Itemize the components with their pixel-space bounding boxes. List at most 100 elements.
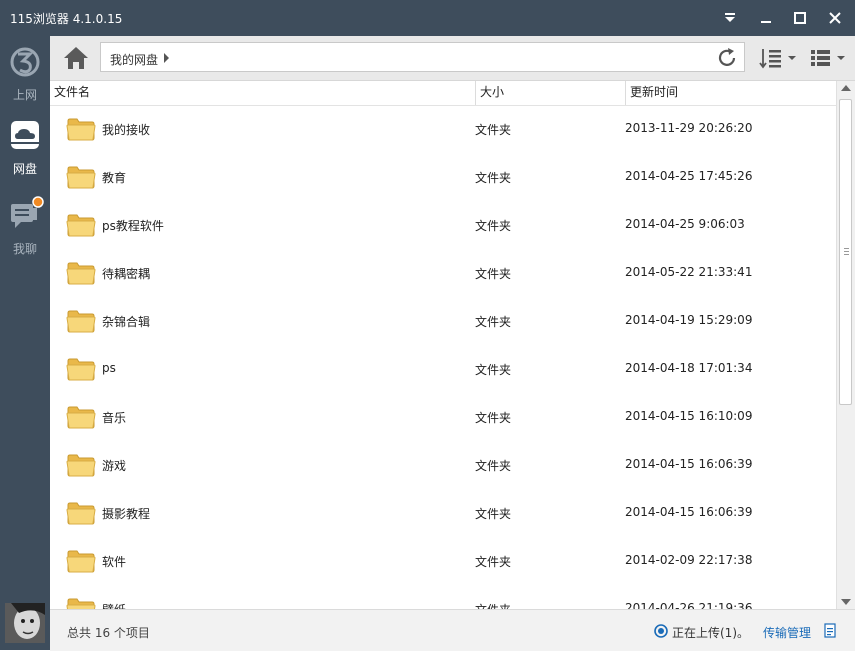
list-view-icon [811, 50, 845, 66]
refresh-button[interactable] [716, 47, 738, 69]
file-name[interactable]: 软件 [102, 553, 126, 570]
view-mode-button[interactable] [808, 46, 848, 70]
sidebar-item-browse[interactable]: 上网 [0, 42, 50, 112]
folder-icon [66, 502, 96, 525]
file-size: 文件夹 [475, 555, 512, 569]
minimize-icon [761, 21, 771, 23]
file-name[interactable]: 杂锦合辑 [102, 313, 150, 330]
status-bar: 总共 16 个项目 正在上传(1)。 传输管理 [50, 609, 855, 651]
sidebar: 上网 网盘 我聊 [0, 36, 50, 650]
file-list: 我的接收 文件夹 2013-11-29 20:26:20 教育 文件夹 2014-04-2… [50, 106, 836, 609]
file-size: 文件夹 [475, 507, 512, 521]
file-name[interactable]: 我的接收 [102, 121, 150, 138]
breadcrumb[interactable]: 我的网盘 [110, 51, 158, 68]
file-size: 文件夹 [475, 411, 512, 425]
upload-progress-icon [654, 624, 668, 638]
file-name[interactable]: ps [102, 361, 116, 375]
file-modified-time: 2014-04-15 16:06:39 [625, 505, 753, 519]
scrollbar-grip [844, 254, 849, 255]
scrollbar-grip [844, 251, 849, 252]
folder-icon [66, 166, 96, 189]
table-row[interactable]: ps教程软件 文件夹 2014-04-25 9:06:03 [50, 202, 836, 250]
home-button[interactable] [62, 44, 90, 72]
folder-icon [66, 358, 96, 381]
sidebar-item-cloud-drive[interactable]: 网盘 [0, 116, 50, 186]
file-modified-time: 2014-05-22 21:33:41 [625, 265, 753, 279]
file-size: 文件夹 [475, 123, 512, 137]
sidebar-item-label: 网盘 [12, 162, 37, 176]
column-header: 文件名 大小 更新时间 [50, 81, 836, 106]
table-row[interactable]: 软件 文件夹 2014-02-09 22:17:38 [50, 538, 836, 586]
folder-icon [66, 550, 96, 573]
sort-icon [759, 49, 796, 69]
refresh-icon [718, 48, 736, 66]
file-size: 文件夹 [475, 171, 512, 185]
scroll-up-arrow-icon[interactable] [841, 85, 851, 91]
folder-icon [66, 454, 96, 477]
chevron-down-icon [725, 13, 735, 22]
file-size: 文件夹 [475, 459, 512, 473]
scroll-down-arrow-icon[interactable] [841, 599, 851, 605]
folder-icon [66, 214, 96, 237]
file-modified-time: 2014-02-09 22:17:38 [625, 553, 753, 567]
sidebar-item-label: 上网 [12, 88, 37, 102]
file-modified-time: 2014-04-15 16:06:39 [625, 457, 753, 471]
folder-icon [66, 598, 96, 609]
column-header-size[interactable]: 大小 [476, 81, 625, 105]
table-row[interactable]: 我的接收 文件夹 2013-11-29 20:26:20 [50, 106, 836, 154]
table-row[interactable]: 摄影教程 文件夹 2014-04-15 16:06:39 [50, 490, 836, 538]
scrollbar-grip [844, 248, 849, 249]
table-row[interactable]: 游戏 文件夹 2014-04-15 16:06:39 [50, 442, 836, 490]
item-count: 总共 16 个项目 [67, 626, 150, 640]
scrollbar-thumb[interactable] [839, 99, 852, 405]
document-icon[interactable] [824, 623, 836, 638]
maximize-icon [794, 12, 806, 24]
maximize-button[interactable] [789, 7, 811, 29]
file-name[interactable]: ps教程软件 [102, 217, 164, 234]
transfer-manager-link[interactable]: 传输管理 [763, 624, 811, 641]
file-size: 文件夹 [475, 363, 512, 377]
table-row[interactable]: 教育 文件夹 2014-04-25 17:45:26 [50, 154, 836, 202]
minimize-button[interactable] [755, 7, 777, 29]
table-row[interactable]: ps 文件夹 2014-04-18 17:01:34 [50, 346, 836, 394]
file-size: 文件夹 [475, 267, 512, 281]
table-row[interactable]: 音乐 文件夹 2014-04-15 16:10:09 [50, 394, 836, 442]
window-title: 115浏览器 4.1.0.15 [10, 12, 123, 26]
file-name[interactable]: 游戏 [102, 457, 126, 474]
file-name[interactable]: 音乐 [102, 409, 126, 426]
file-modified-time: 2013-11-29 20:26:20 [625, 121, 753, 135]
file-name[interactable]: 摄影教程 [102, 505, 150, 522]
cloud-drive-icon [11, 121, 39, 149]
table-row[interactable]: 壁纸 文件夹 2014-04-26 21:19:36 [50, 586, 836, 609]
avatar[interactable] [5, 603, 45, 643]
folder-icon [66, 262, 96, 285]
breadcrumb-arrow-icon[interactable] [164, 53, 169, 63]
close-icon [829, 12, 841, 24]
folder-icon [66, 406, 96, 429]
folder-icon [66, 118, 96, 141]
sort-button[interactable] [759, 46, 799, 70]
file-name[interactable]: 待耦密耦 [102, 265, 150, 282]
close-button[interactable] [824, 7, 846, 29]
file-name[interactable]: 教育 [102, 169, 126, 186]
column-header-time[interactable]: 更新时间 [626, 81, 836, 105]
sidebar-item-chat[interactable]: 我聊 [0, 196, 50, 266]
file-size: 文件夹 [475, 315, 512, 329]
address-bar[interactable]: 我的网盘 [100, 42, 745, 72]
file-modified-time: 2014-04-26 21:19:36 [625, 601, 753, 609]
toolbar: 我的网盘 [50, 36, 855, 81]
column-header-name[interactable]: 文件名 [50, 81, 475, 105]
file-modified-time: 2014-04-25 17:45:26 [625, 169, 753, 183]
browser-logo-icon [10, 47, 40, 77]
file-modified-time: 2014-04-15 16:10:09 [625, 409, 753, 423]
upload-status[interactable]: 正在上传(1)。 [672, 624, 749, 641]
file-name[interactable]: 壁纸 [102, 601, 126, 609]
table-row[interactable]: 杂锦合辑 文件夹 2014-04-19 15:29:09 [50, 298, 836, 346]
vertical-scrollbar[interactable] [836, 81, 855, 609]
sidebar-item-label: 我聊 [12, 242, 37, 256]
folder-icon [66, 310, 96, 333]
file-modified-time: 2014-04-18 17:01:34 [625, 361, 753, 375]
table-row[interactable]: 待耦密耦 文件夹 2014-05-22 21:33:41 [50, 250, 836, 298]
file-size: 文件夹 [475, 601, 511, 609]
dropdown-menu-button[interactable] [719, 7, 741, 29]
